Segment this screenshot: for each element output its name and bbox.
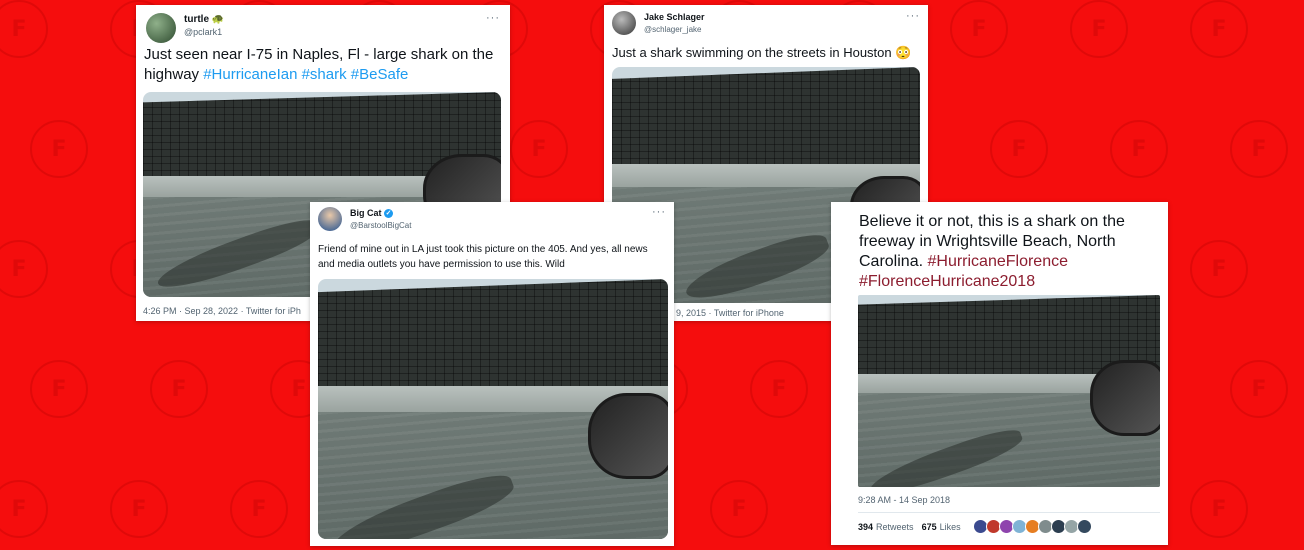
watermark-logo: F <box>710 480 768 538</box>
tweet-stats-divider <box>858 512 1160 513</box>
watermark-logo: F <box>1070 0 1128 58</box>
watermark-logo: F <box>1190 0 1248 58</box>
avatar[interactable] <box>146 13 176 43</box>
watermark-logo: F <box>990 120 1048 178</box>
tweet-timestamp[interactable]: 9, 2015 · Twitter for iPhone <box>676 308 784 318</box>
tweet-card-big-cat[interactable]: Big Cat ✓ @BarstoolBigCat ··· Friend of … <box>310 202 674 546</box>
watermark-logo: F <box>30 120 88 178</box>
watermark-logo: F <box>750 360 808 418</box>
display-name[interactable]: Big Cat ✓ <box>350 207 411 220</box>
retweet-count[interactable]: 394 <box>858 522 873 532</box>
liker-avatars[interactable] <box>972 519 1092 534</box>
like-count[interactable]: 675 <box>922 522 937 532</box>
photo-side-mirror <box>1090 360 1160 437</box>
watermark-logo: F <box>1110 120 1168 178</box>
display-name[interactable]: turtle 🐢 <box>184 13 224 26</box>
avatar[interactable] <box>318 207 342 231</box>
watermark-logo: F <box>1190 480 1248 538</box>
tweet-card-florence[interactable]: Believe it or not, this is a shark on th… <box>831 202 1168 545</box>
watermark-logo: F <box>1230 360 1288 418</box>
photo-side-mirror <box>588 393 668 480</box>
display-name[interactable]: Jake Schlager <box>644 11 705 24</box>
hashtag-links[interactable]: #HurricaneIan #shark #BeSafe <box>203 66 408 83</box>
watermark-logo: F <box>0 0 48 58</box>
watermark-logo: F <box>0 480 48 538</box>
photo-wall <box>318 279 668 389</box>
avatar[interactable] <box>612 11 636 35</box>
watermark-logo: F <box>30 360 88 418</box>
liker-avatar[interactable] <box>1076 519 1092 534</box>
more-options-icon[interactable]: ··· <box>906 11 920 22</box>
more-options-icon[interactable]: ··· <box>652 207 666 218</box>
watermark-logo: F <box>1230 120 1288 178</box>
photo-wall <box>612 67 920 167</box>
tweet-photo[interactable] <box>858 295 1160 487</box>
user-handle[interactable]: @schlager_jake <box>644 24 705 36</box>
user-handle[interactable]: @BarstoolBigCat <box>350 220 411 232</box>
tweet-text: Just seen near I-75 in Naples, Fl - larg… <box>144 45 494 85</box>
tweet-timestamp[interactable]: 4:26 PM · Sep 28, 2022 · Twitter for iPh <box>143 306 301 316</box>
tweet-timestamp[interactable]: 9:28 AM - 14 Sep 2018 <box>858 495 950 505</box>
verified-badge-icon: ✓ <box>384 209 394 219</box>
more-options-icon[interactable]: ··· <box>486 13 500 24</box>
tweet-photo[interactable] <box>318 279 668 539</box>
display-name-text: Big Cat <box>350 208 382 218</box>
watermark-logo: F <box>150 360 208 418</box>
watermark-logo: F <box>110 480 168 538</box>
watermark-logo: F <box>230 480 288 538</box>
tweet-stats: 394 Retweets 675 Likes <box>858 519 1092 534</box>
retweet-label[interactable]: Retweets <box>876 522 914 532</box>
watermark-logo: F <box>0 240 48 298</box>
user-handle[interactable]: @pclark1 <box>184 26 224 38</box>
watermark-logo: F <box>950 0 1008 58</box>
tweet-text: Believe it or not, this is a shark on th… <box>859 212 1159 292</box>
like-label[interactable]: Likes <box>940 522 961 532</box>
watermark-logo: F <box>1190 240 1248 298</box>
tweet-text: Just a shark swimming on the streets in … <box>612 45 912 60</box>
tweet-text: Friend of mine out in LA just took this … <box>318 244 648 270</box>
watermark-logo: F <box>510 120 568 178</box>
